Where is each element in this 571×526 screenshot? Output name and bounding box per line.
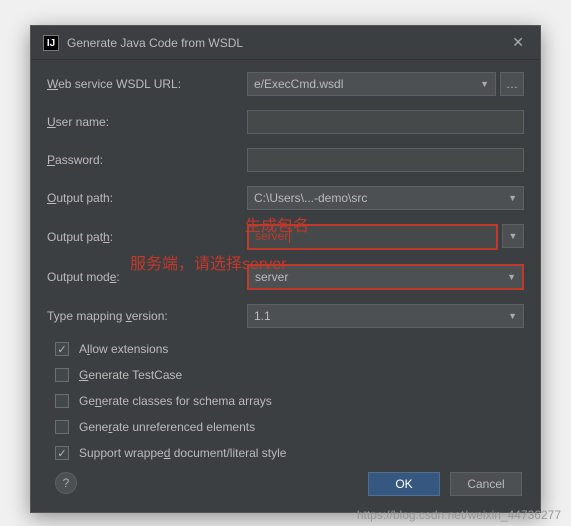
generate-testcase-label: Generate TestCase bbox=[79, 368, 182, 382]
type-mapping-label: Type mapping version: bbox=[47, 309, 247, 323]
dialog-title: Generate Java Code from WSDL bbox=[67, 36, 508, 50]
generate-schema-label: Generate classes for schema arrays bbox=[79, 394, 272, 408]
password-input[interactable] bbox=[247, 148, 524, 172]
titlebar: IJ Generate Java Code from WSDL ✕ bbox=[31, 26, 540, 60]
generate-schema-checkbox[interactable] bbox=[55, 394, 69, 408]
chevron-down-icon[interactable]: ▼ bbox=[502, 224, 524, 248]
generate-unref-label: Generate unreferenced elements bbox=[79, 420, 255, 434]
generate-wsdl-dialog: IJ Generate Java Code from WSDL ✕ Web se… bbox=[30, 25, 541, 513]
password-label: Password: bbox=[47, 153, 247, 167]
output-path2-label: Output path: bbox=[47, 230, 247, 244]
ok-button[interactable]: OK bbox=[368, 472, 440, 496]
cancel-button[interactable]: Cancel bbox=[450, 472, 522, 496]
generate-testcase-checkbox[interactable] bbox=[55, 368, 69, 382]
allow-extensions-label: Allow extensions bbox=[79, 342, 168, 356]
username-input[interactable] bbox=[247, 110, 524, 134]
chevron-down-icon: ▼ bbox=[508, 193, 517, 203]
support-wrapped-label: Support wrapped document/literal style bbox=[79, 446, 286, 460]
dialog-content: Web service WSDL URL: e/ExecCmd.wsdl ▼ …… bbox=[31, 60, 540, 512]
output-path1-label: Output path: bbox=[47, 191, 247, 205]
output-mode-label: Output mode: bbox=[47, 270, 247, 284]
checkbox-group: Allow extensions Generate TestCase Gener… bbox=[47, 342, 524, 460]
app-icon: IJ bbox=[43, 35, 59, 51]
wsdl-url-label: Web service WSDL URL: bbox=[47, 77, 247, 91]
output-package-input[interactable]: server bbox=[247, 224, 498, 250]
wsdl-url-input[interactable]: e/ExecCmd.wsdl ▼ bbox=[247, 72, 496, 96]
close-icon[interactable]: ✕ bbox=[508, 34, 528, 51]
generate-unref-checkbox[interactable] bbox=[55, 420, 69, 434]
watermark-text: https://blog.csdn.net/weixin_44736277 bbox=[357, 508, 561, 522]
support-wrapped-checkbox[interactable] bbox=[55, 446, 69, 460]
chevron-down-icon: ▼ bbox=[480, 79, 489, 89]
output-path1-combo[interactable]: C:\Users\...-demo\src ▼ bbox=[247, 186, 524, 210]
output-mode-combo[interactable]: server ▼ bbox=[247, 264, 524, 290]
browse-button[interactable]: … bbox=[500, 72, 524, 96]
allow-extensions-checkbox[interactable] bbox=[55, 342, 69, 356]
chevron-down-icon: ▼ bbox=[507, 272, 516, 282]
username-label: User name: bbox=[47, 115, 247, 129]
chevron-down-icon: ▼ bbox=[508, 311, 517, 321]
type-mapping-combo[interactable]: 1.1 ▼ bbox=[247, 304, 524, 328]
